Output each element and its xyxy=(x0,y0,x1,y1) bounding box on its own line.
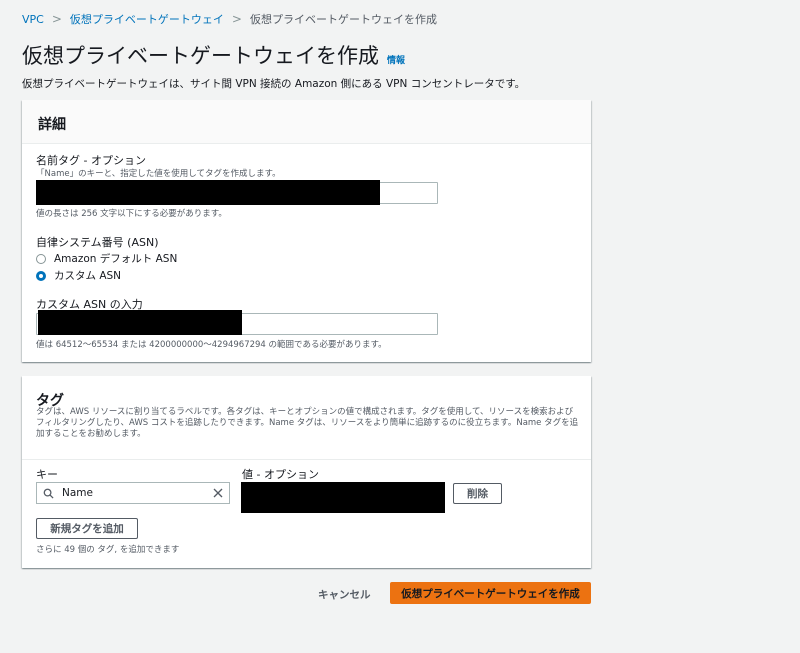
remove-tag-button[interactable]: 削除 xyxy=(453,483,502,504)
breadcrumb-vgw-link[interactable]: 仮想プライベートゲートウェイ xyxy=(70,11,224,27)
name-tag-constraint: 値の長さは 256 文字以下にする必要があります。 xyxy=(36,209,227,219)
tag-value-label: 値 - オプション xyxy=(242,468,319,481)
search-icon xyxy=(43,488,54,499)
cancel-button[interactable]: キャンセル xyxy=(318,587,371,602)
asn-option-amazon-default-label: Amazon デフォルト ASN xyxy=(54,253,178,265)
tags-remaining: さらに 49 個の タグ, を追加できます xyxy=(36,545,180,555)
asn-label: 自律システム番号 (ASN) xyxy=(36,236,159,249)
radio-checked-icon[interactable] xyxy=(36,270,46,281)
name-tag-help: 「Name」のキーと、指定した値を使用してタグを作成します。 xyxy=(36,169,281,179)
divider xyxy=(22,459,591,460)
custom-asn-constraint: 値は 64512～65534 または 4200000000～4294967294… xyxy=(36,340,387,350)
name-tag-label: 名前タグ - オプション xyxy=(36,154,146,167)
details-panel-header: 詳細 xyxy=(22,100,591,144)
details-panel: 詳細 名前タグ - オプション 「Name」のキーと、指定した値を使用してタグを… xyxy=(22,100,591,362)
tags-description: タグは、AWS リソースに割り当てるラベルです。各タグは、キーとオプションの値で… xyxy=(36,407,579,439)
page-title-row: 仮想プライベートゲートウェイを作成 情報 xyxy=(22,40,405,70)
tags-panel: タグ タグは、AWS リソースに割り当てるラベルです。各タグは、キーとオプション… xyxy=(22,376,591,568)
create-vgw-button[interactable]: 仮想プライベートゲートウェイを作成 xyxy=(390,582,591,604)
chevron-right-icon: > xyxy=(51,12,62,26)
redaction-block xyxy=(38,310,242,335)
radio-unchecked-icon[interactable] xyxy=(36,253,46,264)
tag-key-input[interactable]: Name xyxy=(36,482,230,504)
details-title: 詳細 xyxy=(38,117,66,133)
tag-key-value: Name xyxy=(62,487,93,499)
chevron-right-icon: > xyxy=(231,12,242,26)
page-title: 仮想プライベートゲートウェイを作成 xyxy=(22,44,379,68)
asn-option-custom[interactable]: カスタム ASN xyxy=(36,268,121,283)
clear-icon[interactable] xyxy=(213,488,223,498)
breadcrumb-vpc-link[interactable]: VPC xyxy=(22,13,44,26)
breadcrumb-current: 仮想プライベートゲートウェイを作成 xyxy=(249,13,437,26)
redaction-block xyxy=(36,180,380,205)
asn-option-custom-label: カスタム ASN xyxy=(54,270,122,282)
info-link[interactable]: 情報 xyxy=(387,53,405,66)
tag-key-label: キー xyxy=(36,468,58,481)
add-tag-button[interactable]: 新規タグを追加 xyxy=(36,518,138,539)
breadcrumb: VPC > 仮想プライベートゲートウェイ > 仮想プライベートゲートウェイを作成 xyxy=(22,11,437,27)
page-description: 仮想プライベートゲートウェイは、サイト間 VPN 接続の Amazon 側にある… xyxy=(22,78,526,90)
asn-option-amazon-default[interactable]: Amazon デフォルト ASN xyxy=(36,251,177,266)
tag-value-input-redacted[interactable] xyxy=(241,482,445,513)
